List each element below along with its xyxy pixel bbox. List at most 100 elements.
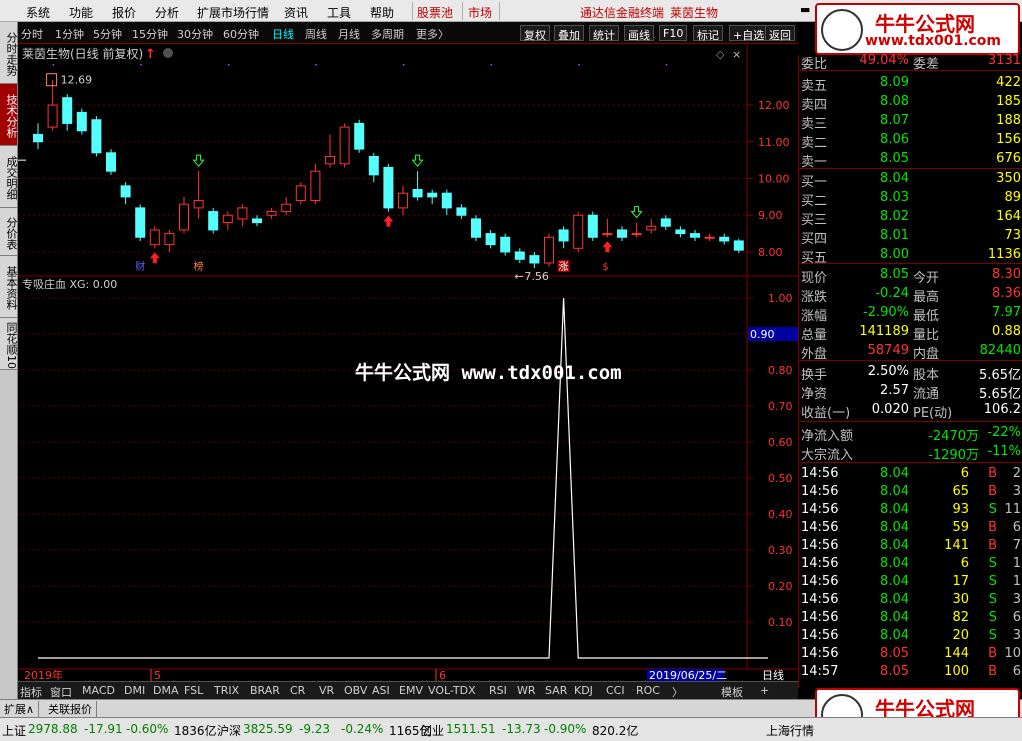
restore-rights-button[interactable]: 复权	[520, 25, 550, 42]
indicator-tab[interactable]: DMI	[124, 684, 145, 697]
candle-body[interactable]	[441, 192, 452, 209]
close-icon[interactable]: ×	[732, 48, 741, 61]
indicator-tab[interactable]: FSL	[184, 684, 203, 697]
candle-body[interactable]	[91, 119, 102, 154]
indicator-tab[interactable]: TRIX	[214, 684, 239, 697]
candle-body[interactable]	[398, 192, 408, 209]
candle-body[interactable]	[106, 152, 116, 172]
indicator-tab[interactable]: BRAR	[250, 684, 280, 697]
tab-price-table[interactable]: 分价表	[0, 208, 18, 256]
candle-body[interactable]	[135, 207, 146, 238]
candle-body[interactable]	[193, 200, 204, 209]
candle-body[interactable]	[485, 233, 496, 246]
candle-body[interactable]	[558, 229, 569, 242]
candle-body[interactable]	[179, 203, 189, 231]
mark-button[interactable]: 标记	[693, 25, 723, 42]
candle-body[interactable]	[573, 214, 584, 249]
indicator-tab[interactable]: 〉	[672, 684, 683, 700]
indicator-tab[interactable]: RSI	[489, 684, 507, 697]
indicator-tab[interactable]: +	[760, 684, 769, 697]
candle-body[interactable]	[500, 236, 511, 253]
candle-body[interactable]	[631, 233, 642, 236]
candle-body[interactable]	[427, 192, 438, 198]
tab-technical[interactable]: 技术分析	[0, 84, 18, 146]
candle-body[interactable]	[646, 225, 657, 231]
indicator-tab[interactable]: VOL-TDX	[428, 684, 476, 697]
period-60min[interactable]: 60分钟	[223, 26, 259, 42]
indicator-tab[interactable]: WR	[517, 684, 536, 697]
candle-body[interactable]	[252, 218, 262, 224]
menu-help[interactable]: 帮助	[370, 4, 394, 21]
candle-body[interactable]	[544, 236, 554, 264]
marker-cai[interactable]: 财	[135, 260, 145, 273]
candle-body[interactable]	[529, 255, 540, 264]
candle-body[interactable]	[47, 104, 58, 128]
candle-body[interactable]	[237, 207, 248, 220]
period-more[interactable]: 更多〉	[416, 26, 449, 42]
market-button[interactable]: 市场	[468, 4, 492, 21]
candle-body[interactable]	[281, 203, 292, 213]
candle-body[interactable]	[471, 218, 481, 238]
tab-ths10[interactable]: 同花顺10	[0, 318, 18, 370]
chevron-down-icon[interactable]	[163, 48, 173, 58]
candle-body[interactable]	[222, 214, 233, 224]
candle-body[interactable]	[310, 170, 321, 202]
period-1min[interactable]: 1分钟	[55, 26, 84, 42]
indicator-tab[interactable]: 窗口	[50, 684, 72, 700]
indicator-tab[interactable]: DMA	[153, 684, 179, 697]
candle-body[interactable]	[368, 155, 379, 176]
candle-body[interactable]	[719, 236, 730, 242]
marker-bang[interactable]: 榜	[194, 260, 204, 273]
indicator-tab[interactable]: 模板	[721, 684, 743, 700]
add-watchlist-button[interactable]: +自选	[729, 25, 769, 42]
candle-body[interactable]	[704, 236, 715, 239]
menu-system[interactable]: 系统	[26, 4, 50, 21]
candle-body[interactable]	[660, 218, 671, 227]
tab-intraday[interactable]: 分时走势	[0, 22, 18, 84]
candle-body[interactable]	[120, 185, 131, 198]
candle-body[interactable]	[383, 166, 394, 209]
candle-body[interactable]	[690, 233, 700, 238]
indicator-tab[interactable]: EMV	[399, 684, 423, 697]
indicator-tab[interactable]: SAR	[545, 684, 567, 697]
candle-body[interactable]	[76, 111, 87, 132]
candle-body[interactable]	[587, 214, 598, 238]
candle-body[interactable]	[33, 133, 43, 143]
candle-body[interactable]	[339, 126, 350, 165]
menu-function[interactable]: 功能	[69, 4, 93, 21]
f10-button[interactable]: F10	[659, 25, 688, 41]
indicator-tab[interactable]: VR	[319, 684, 334, 697]
period-15min[interactable]: 15分钟	[132, 26, 168, 42]
candle-body[interactable]	[733, 240, 744, 251]
tab-fundamentals[interactable]: 基本资料	[0, 256, 18, 318]
candle-body[interactable]	[602, 233, 613, 236]
period-multi[interactable]: 多周期	[371, 26, 404, 42]
period-weekly[interactable]: 周线	[305, 26, 327, 42]
candle-body[interactable]	[62, 97, 73, 124]
period-5min[interactable]: 5分钟	[93, 26, 122, 42]
candle-body[interactable]	[266, 211, 277, 216]
candle-body[interactable]	[208, 211, 219, 231]
marker-zhang[interactable]: 涨	[559, 261, 569, 273]
menu-info[interactable]: 资讯	[284, 4, 308, 21]
period-daily[interactable]: 日线	[272, 26, 294, 42]
marker-dollar[interactable]: $	[602, 262, 608, 273]
menu-quote[interactable]: 报价	[112, 4, 136, 21]
menu-ext-market[interactable]: 扩展市场行情	[197, 4, 269, 21]
candle-body[interactable]	[617, 229, 627, 238]
tab-trade-detail[interactable]: 成交明细	[0, 146, 18, 208]
candle-body[interactable]	[675, 229, 686, 235]
related-quote-tab[interactable]: 关联报价	[44, 701, 97, 717]
candle-body[interactable]	[164, 233, 175, 246]
draw-line-button[interactable]: 画线	[624, 25, 654, 42]
period-intraday[interactable]: 分时	[21, 26, 43, 42]
candle-body[interactable]	[514, 251, 525, 260]
menu-analysis[interactable]: 分析	[155, 4, 179, 21]
expand-tab[interactable]: 扩展∧	[0, 701, 40, 717]
indicator-tab[interactable]: ASI	[372, 684, 390, 697]
period-monthly[interactable]: 月线	[338, 26, 360, 42]
indicator-tab[interactable]: 指标	[20, 684, 42, 700]
candle-body[interactable]	[456, 207, 467, 216]
overlay-button[interactable]: 叠加	[554, 25, 584, 42]
stock-pool-button[interactable]: 股票池	[417, 4, 453, 21]
